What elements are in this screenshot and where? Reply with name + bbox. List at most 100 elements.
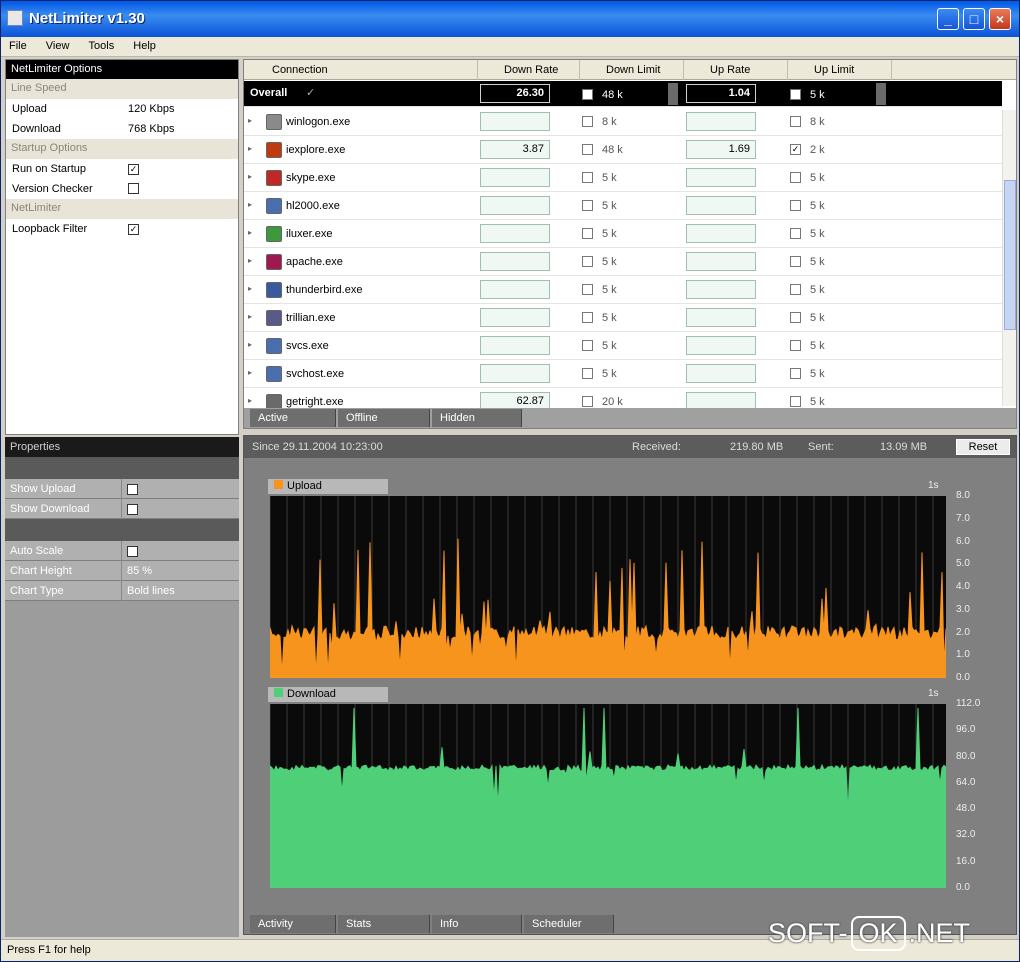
process-row[interactable]: ▸ hl2000.exe 5 k 5 k: [244, 192, 1002, 220]
up-limit[interactable]: 8 k: [810, 116, 825, 128]
expand-icon[interactable]: ▸: [248, 117, 257, 126]
property-auto-scale[interactable]: Auto Scale ✓: [5, 541, 239, 561]
grid-scrollbar[interactable]: [1002, 110, 1016, 406]
tab-activity[interactable]: Activity: [250, 915, 336, 933]
expand-icon[interactable]: ▸: [248, 173, 257, 182]
down-limit-checkbox[interactable]: [582, 144, 593, 155]
option-loopback-filter[interactable]: Loopback Filter ✓: [6, 219, 238, 239]
down-limit[interactable]: 48 k: [602, 144, 623, 156]
up-limit[interactable]: 5 k: [810, 340, 825, 352]
process-row[interactable]: ▸ thunderbird.exe 5 k 5 k: [244, 276, 1002, 304]
down-limit[interactable]: 20 k: [602, 396, 623, 408]
expand-icon[interactable]: ▸: [248, 397, 257, 406]
expand-icon[interactable]: ▸: [248, 229, 257, 238]
up-limit[interactable]: 5 k: [810, 284, 825, 296]
down-limit-checkbox[interactable]: [582, 228, 593, 239]
expand-icon[interactable]: ▸: [248, 285, 257, 294]
process-row[interactable]: ▸ winlogon.exe 8 k 8 k: [244, 108, 1002, 136]
overall-down-limit-spinner[interactable]: [668, 83, 678, 105]
up-limit-checkbox[interactable]: [790, 200, 801, 211]
down-limit-checkbox[interactable]: [582, 172, 593, 183]
expand-icon[interactable]: ▸: [248, 313, 257, 322]
overall-up-limit-checkbox[interactable]: [790, 89, 801, 100]
title-bar[interactable]: NetLimiter v1.30 _ □ ×: [1, 1, 1019, 37]
process-row[interactable]: ▸ svchost.exe 5 k 5 k: [244, 360, 1002, 388]
overall-up-limit[interactable]: 5 k: [810, 89, 825, 101]
column-connection[interactable]: Connection: [244, 60, 478, 80]
property-chart-height[interactable]: Chart Height 85 %: [5, 561, 239, 581]
expand-icon[interactable]: ▸: [248, 201, 257, 210]
auto-scale-checkbox[interactable]: ✓: [127, 546, 138, 557]
up-limit-checkbox[interactable]: [790, 340, 801, 351]
up-limit[interactable]: 5 k: [810, 228, 825, 240]
up-limit[interactable]: 5 k: [810, 200, 825, 212]
down-limit-checkbox[interactable]: [582, 256, 593, 267]
up-limit-checkbox[interactable]: [790, 368, 801, 379]
up-limit-checkbox[interactable]: ✓: [790, 144, 801, 155]
menu-help[interactable]: Help: [125, 37, 164, 52]
chart-height-value[interactable]: 85 %: [127, 565, 152, 577]
tab-scheduler[interactable]: Scheduler: [524, 915, 614, 933]
down-limit-checkbox[interactable]: [582, 312, 593, 323]
up-limit[interactable]: 5 k: [810, 312, 825, 324]
down-limit[interactable]: 5 k: [602, 172, 617, 184]
column-down-rate[interactable]: Down Rate: [478, 60, 580, 80]
up-limit-checkbox[interactable]: [790, 312, 801, 323]
down-limit[interactable]: 5 k: [602, 368, 617, 380]
down-limit-checkbox[interactable]: [582, 368, 593, 379]
property-show-upload[interactable]: Show Upload ✓: [5, 479, 239, 499]
tab-offline[interactable]: Offline: [338, 409, 430, 427]
tab-info[interactable]: Info: [432, 915, 522, 933]
property-show-download[interactable]: Show Download ✓: [5, 499, 239, 519]
down-limit[interactable]: 5 k: [602, 256, 617, 268]
process-row[interactable]: ▸ iluxer.exe 5 k 5 k: [244, 220, 1002, 248]
down-limit-checkbox[interactable]: [582, 284, 593, 295]
tab-stats[interactable]: Stats: [338, 915, 430, 933]
chart-type-value[interactable]: Bold lines: [127, 585, 175, 597]
down-limit-checkbox[interactable]: [582, 340, 593, 351]
up-limit-checkbox[interactable]: [790, 256, 801, 267]
tab-hidden[interactable]: Hidden: [432, 409, 522, 427]
option-value[interactable]: 120 Kbps: [128, 103, 174, 115]
up-limit[interactable]: 5 k: [810, 256, 825, 268]
up-limit[interactable]: 5 k: [810, 368, 825, 380]
down-limit[interactable]: 5 k: [602, 200, 617, 212]
show-download-checkbox[interactable]: ✓: [127, 504, 138, 515]
down-limit[interactable]: 8 k: [602, 116, 617, 128]
loopback-filter-checkbox[interactable]: ✓: [128, 224, 139, 235]
option-version-checker[interactable]: Version Checker: [6, 179, 238, 199]
menu-file[interactable]: File: [1, 37, 35, 52]
maximize-button[interactable]: □: [963, 8, 985, 30]
down-limit-checkbox[interactable]: [582, 200, 593, 211]
option-run-on-startup[interactable]: Run on Startup ✓: [6, 159, 238, 179]
up-limit-checkbox[interactable]: [790, 116, 801, 127]
version-checker-checkbox[interactable]: [128, 183, 139, 194]
process-row[interactable]: ▸ apache.exe 5 k 5 k: [244, 248, 1002, 276]
option-download[interactable]: Download 768 Kbps: [6, 119, 238, 139]
up-limit-checkbox[interactable]: [790, 396, 801, 407]
overall-down-limit-checkbox[interactable]: [582, 89, 593, 100]
expand-icon[interactable]: ▸: [248, 145, 257, 154]
up-limit[interactable]: 5 k: [810, 172, 825, 184]
expand-icon[interactable]: ▸: [248, 257, 257, 266]
down-limit[interactable]: 5 k: [602, 284, 617, 296]
expand-icon[interactable]: ▸: [248, 369, 257, 378]
menu-view[interactable]: View: [38, 37, 78, 52]
process-row[interactable]: ▸ iexplore.exe 3.87 48 k 1.69 ✓ 2 k: [244, 136, 1002, 164]
column-up-limit[interactable]: Up Limit: [788, 60, 892, 80]
show-upload-checkbox[interactable]: ✓: [127, 484, 138, 495]
overall-down-limit[interactable]: 48 k: [602, 89, 623, 101]
down-limit[interactable]: 5 k: [602, 312, 617, 324]
menu-tools[interactable]: Tools: [81, 37, 123, 52]
up-limit-checkbox[interactable]: [790, 228, 801, 239]
down-limit-checkbox[interactable]: [582, 396, 593, 407]
tab-active[interactable]: Active: [250, 409, 336, 427]
scrollbar-thumb[interactable]: [1004, 180, 1016, 330]
down-limit[interactable]: 5 k: [602, 228, 617, 240]
expand-icon[interactable]: ▸: [248, 341, 257, 350]
close-button[interactable]: ×: [989, 8, 1011, 30]
down-limit-checkbox[interactable]: [582, 116, 593, 127]
overall-row[interactable]: Overall ✓ 26.30 48 k 1.04 5 k: [244, 81, 1002, 107]
up-limit[interactable]: 5 k: [810, 396, 825, 408]
down-limit[interactable]: 5 k: [602, 340, 617, 352]
